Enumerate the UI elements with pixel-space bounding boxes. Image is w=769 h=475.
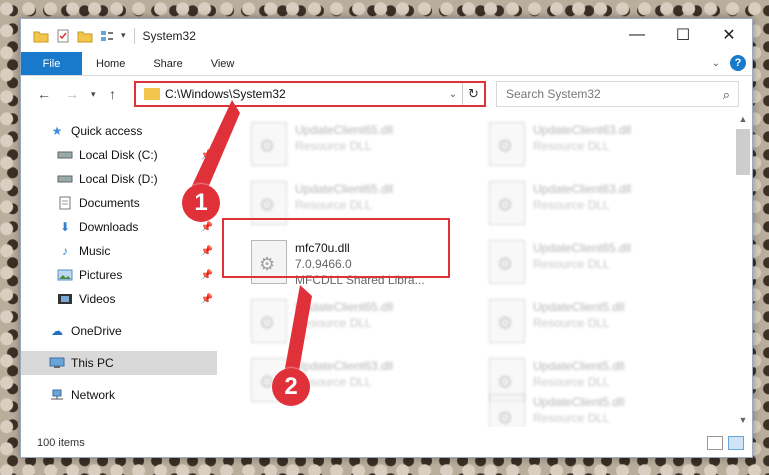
callout-1: 1: [182, 184, 220, 222]
arrow-1: [190, 100, 240, 195]
callout-arrows: [190, 100, 312, 388]
callout-2: 2: [272, 368, 310, 406]
